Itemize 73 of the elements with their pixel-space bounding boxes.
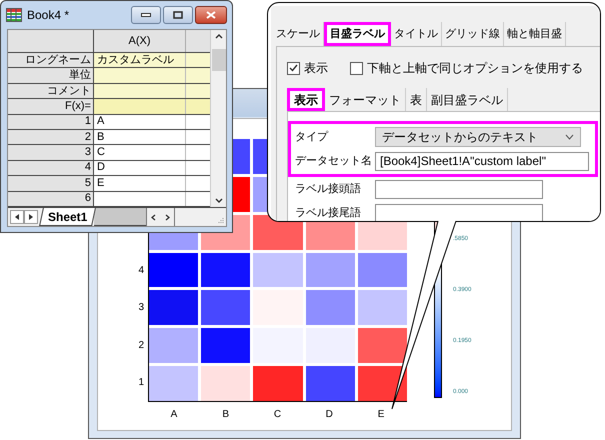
row-header[interactable]: コメント bbox=[8, 84, 94, 98]
checkbox[interactable] bbox=[287, 62, 300, 74]
table-cell bbox=[186, 53, 210, 68]
column-header[interactable] bbox=[186, 30, 210, 52]
row-header[interactable]: 単位 bbox=[8, 68, 94, 83]
table-cell bbox=[186, 99, 210, 114]
column-header[interactable]: A(X) bbox=[94, 30, 186, 52]
table-cell: D bbox=[94, 160, 186, 176]
table-cell bbox=[186, 130, 210, 144]
window-title: Book4 * bbox=[27, 6, 70, 24]
y-axis-label: 1 bbox=[138, 378, 144, 388]
tab[interactable]: 表示 bbox=[287, 88, 325, 111]
row-header[interactable]: ロングネーム bbox=[8, 53, 94, 68]
previous-sheet-button[interactable] bbox=[10, 210, 24, 224]
resize-grip-icon bbox=[217, 217, 224, 224]
close-icon bbox=[206, 10, 216, 18]
table-cell bbox=[186, 160, 210, 176]
row-header[interactable]: 1 bbox=[8, 114, 94, 130]
text-field[interactable] bbox=[375, 204, 543, 221]
field-label: ラベル接尾語 bbox=[294, 206, 362, 221]
tab[interactable]: 目盛ラベル bbox=[324, 22, 391, 46]
spreadsheet-icon bbox=[6, 8, 22, 22]
checkmark-icon bbox=[289, 64, 298, 72]
chevron-right-icon bbox=[164, 214, 170, 220]
table-cell: C bbox=[94, 145, 186, 160]
row-header[interactable]: 3 bbox=[8, 145, 94, 160]
text-field[interactable]: [Book4]Sheet1!A"custom label" bbox=[375, 152, 589, 170]
sheet-tab[interactable]: Sheet1 bbox=[39, 208, 96, 226]
minimize-button[interactable] bbox=[131, 6, 161, 24]
x-axis-label: D bbox=[324, 408, 334, 422]
x-axis-label: C bbox=[272, 408, 282, 422]
table-cell: E bbox=[94, 176, 186, 191]
x-axis-label: A bbox=[170, 408, 178, 422]
chevron-left-icon bbox=[151, 214, 156, 220]
table-cell bbox=[186, 192, 210, 206]
row-header[interactable]: 6 bbox=[8, 192, 94, 206]
next-sheet-button[interactable] bbox=[24, 210, 38, 224]
table-cell: B bbox=[94, 130, 186, 144]
field-label: タイプ bbox=[294, 130, 330, 145]
row-header[interactable]: 5 bbox=[8, 176, 94, 191]
restore-icon bbox=[173, 10, 183, 18]
table-cell bbox=[186, 145, 210, 160]
table-cell bbox=[186, 114, 210, 130]
checkbox-label: 表示 bbox=[304, 60, 328, 77]
table-cell bbox=[186, 68, 210, 83]
checkbox-label: 下軸と上軸で同じオプションを使用する bbox=[367, 60, 583, 77]
table-cell bbox=[186, 176, 210, 191]
text-field[interactable] bbox=[375, 180, 543, 198]
y-axis-label: 3 bbox=[138, 303, 144, 314]
triangle-left-icon bbox=[15, 214, 19, 220]
scroll-thumb[interactable] bbox=[212, 49, 226, 71]
row-header[interactable]: 2 bbox=[8, 130, 94, 144]
type-dropdown[interactable]: データセットからのテキスト bbox=[375, 127, 581, 147]
y-axis-label: 2 bbox=[138, 340, 144, 351]
checkbox[interactable] bbox=[350, 62, 363, 74]
field-label: ラベル接頭語 bbox=[294, 182, 362, 197]
chevron-down-icon bbox=[565, 134, 574, 140]
y-axis-label: 4 bbox=[138, 266, 144, 276]
triangle-right-icon bbox=[29, 214, 33, 220]
table-cell: カスタムラベル bbox=[94, 53, 186, 68]
row-header[interactable]: F(x)= bbox=[8, 99, 94, 114]
maximize-button[interactable] bbox=[163, 6, 193, 24]
x-axis-label: B bbox=[221, 408, 230, 422]
x-axis-label: E bbox=[376, 408, 386, 422]
row-header[interactable]: 4 bbox=[8, 160, 94, 176]
table-cell bbox=[186, 84, 210, 98]
close-button[interactable] bbox=[195, 6, 227, 24]
minimize-icon bbox=[141, 12, 151, 16]
scroll-down-icon bbox=[214, 198, 222, 203]
vertical-scrollbar[interactable] bbox=[210, 30, 226, 207]
scroll-up-icon bbox=[214, 34, 222, 39]
field-label: データセット名 bbox=[294, 154, 373, 169]
table-cell: A bbox=[94, 114, 186, 130]
